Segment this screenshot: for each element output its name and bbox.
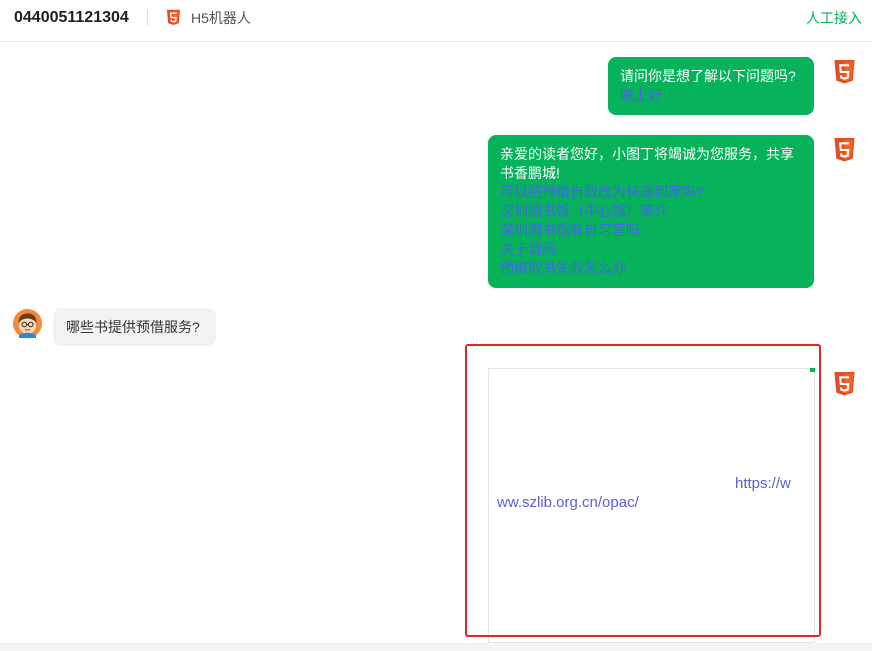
suggested-question-link[interactable]: 晚上好 [620,86,802,105]
suggested-question-link[interactable]: 预借取书失败怎么办 [500,259,802,278]
bot-message-text: 请问你是想了解以下问题吗? [620,68,796,84]
header-divider [147,10,148,26]
suggested-question-link[interactable]: 关于调阅 [500,240,802,259]
html5-icon [833,137,856,163]
chat-header: 0440051121304 H5机器人 人工接入 [0,0,872,42]
input-area-edge [0,643,872,651]
bubble-corner [810,368,815,372]
suggested-question-link[interactable]: 深圳图书馆有自习室吗 [500,221,802,240]
bot-message-bubble: 请问你是想了解以下问题吗? 晚上好 [608,57,814,115]
user-avatar [13,309,42,338]
bot-answer-card: https://www.szlib.org.cn/opac/ [488,368,815,643]
html5-icon [833,59,856,85]
bot-message-text: 亲爱的读者您好，小图丁将竭诚为您服务，共享书香鹏城! [500,146,794,181]
bot-message-bubble: 亲爱的读者您好，小图丁将竭诚为您服务，共享书香鹏城! 可以把预借自取改为快递到家… [488,135,814,288]
chat-window: 0440051121304 H5机器人 人工接入 请问你是想了解以下问题吗? 晚… [0,0,872,651]
user-message-bubble: 哪些书提供预借服务? [53,308,216,346]
bot-name: H5机器人 [191,10,251,26]
html5-icon [166,9,181,26]
suggested-question-link[interactable]: 可以把预借自取改为快递到家吗? [500,183,802,202]
suggested-question-link[interactable]: 深圳图书馆（中心馆）简介 [500,202,802,221]
opac-url-link[interactable]: https://www.szlib.org.cn/opac/ [497,474,797,512]
user-message-text: 哪些书提供预借服务? [66,319,200,335]
human-transfer-button[interactable]: 人工接入 [806,9,862,27]
html5-icon [833,371,856,397]
account-id: 0440051121304 [14,9,129,26]
